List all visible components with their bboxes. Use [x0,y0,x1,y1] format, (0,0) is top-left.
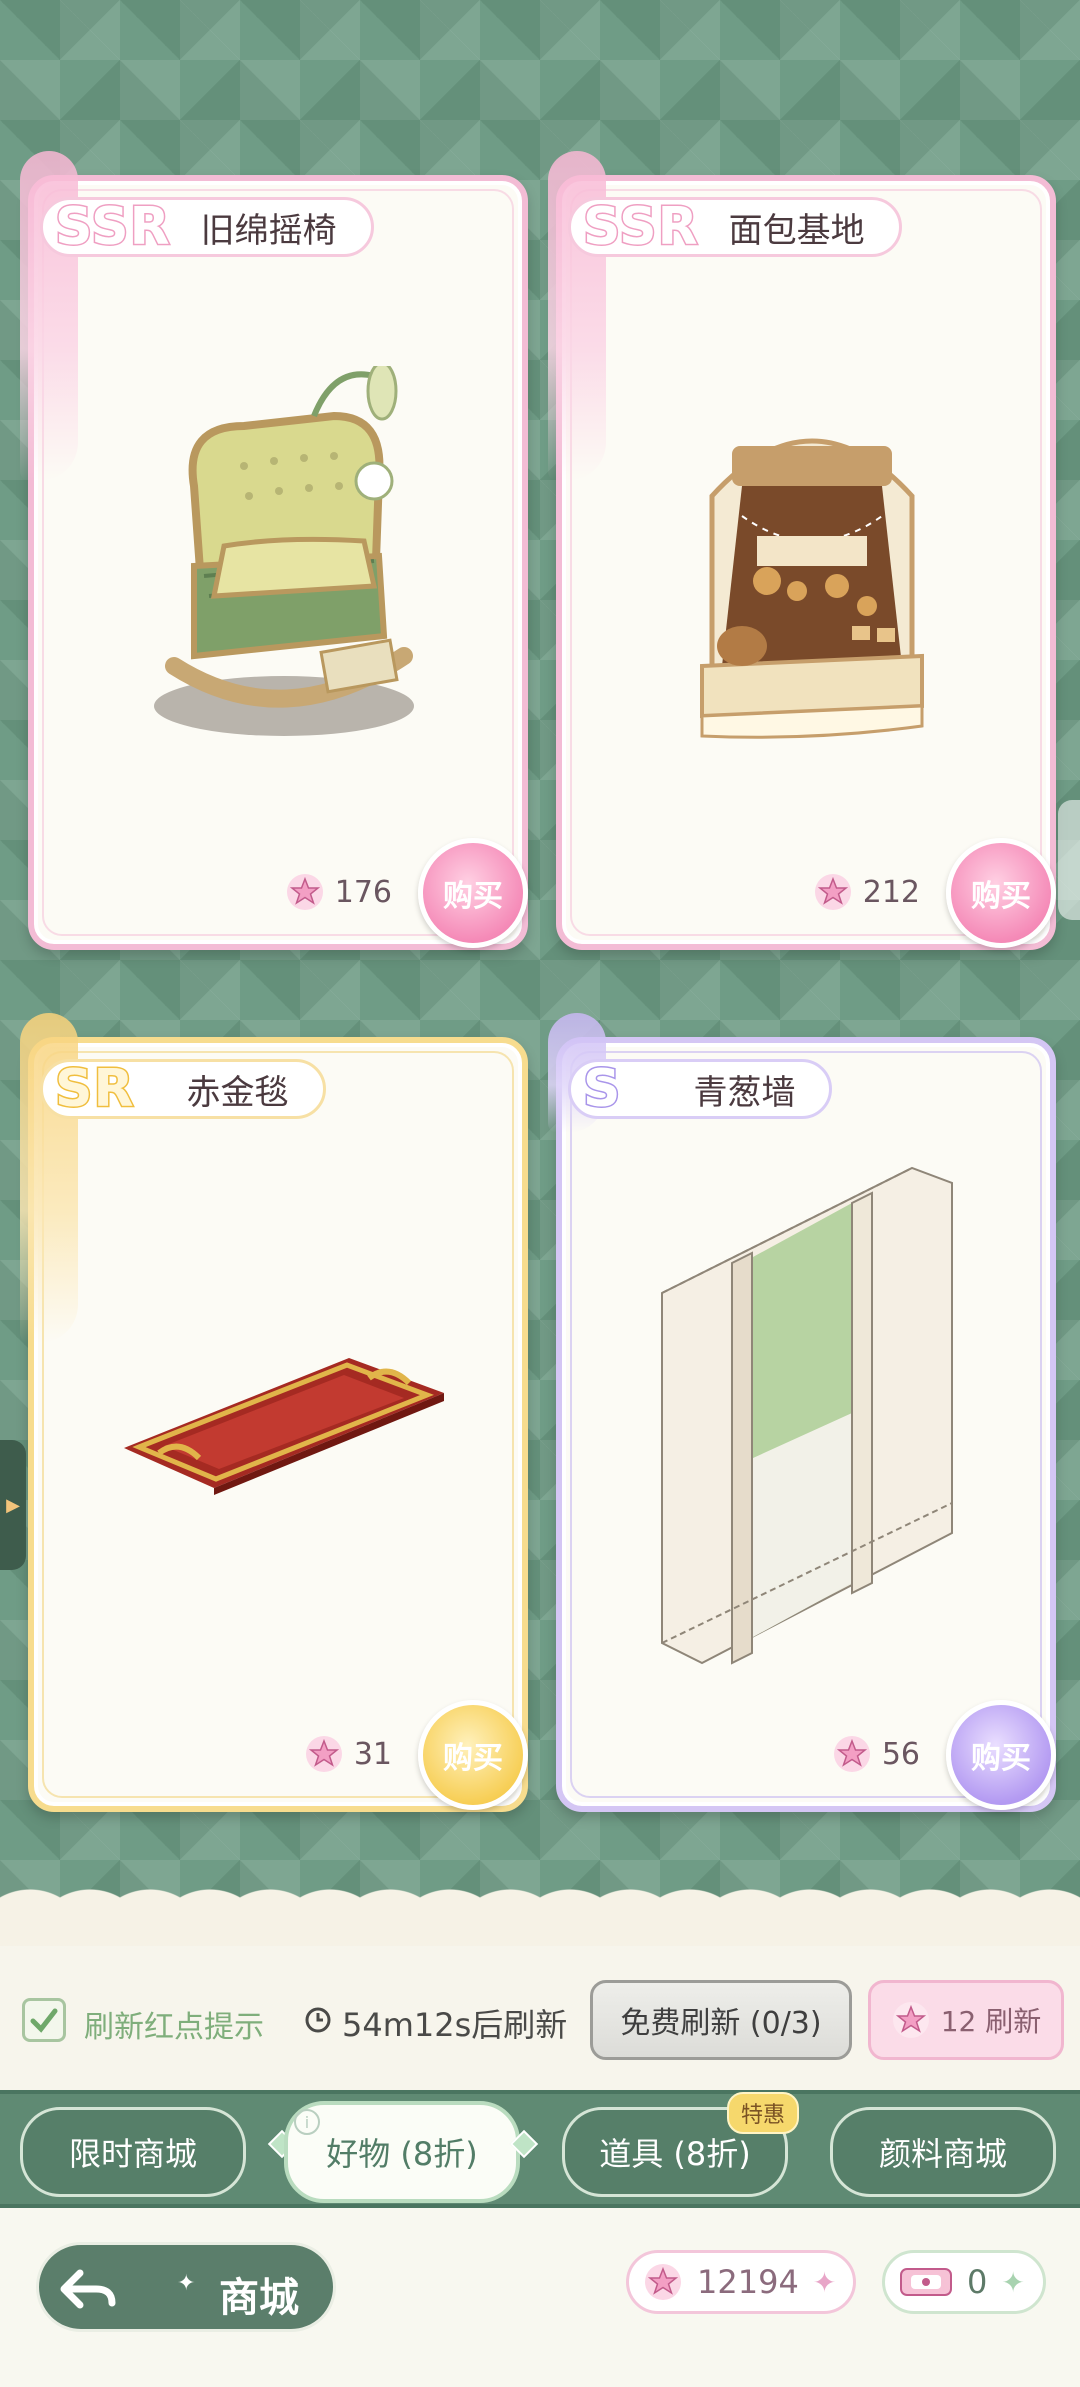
buy-button[interactable]: 购买 [418,1700,528,1810]
back-arrow-icon [53,2255,123,2325]
card-title-tag: SR 赤金毯 [40,1058,326,1121]
rarity-label: SR [54,1058,135,1121]
tab-paint-shop[interactable]: 颜料商城 [830,2107,1056,2197]
star-icon [833,1736,870,1772]
carpet-image [74,1163,494,1683]
back-button[interactable]: ✦ 商城 [36,2242,336,2332]
shop-tab-bar: 限时商城 i 好物 (8折) 道具 (8折) 特惠 颜料商城 [0,2090,1080,2208]
item-name: 青葱墙 [693,1072,796,1113]
side-drawer-handle[interactable]: ▶ [0,1440,26,1570]
card-title-tag: S 青葱墙 [568,1058,833,1121]
buy-button[interactable]: 购买 [418,838,528,948]
item-card-green-wall[interactable]: S 青葱墙 56 购买 [548,1013,1056,1812]
ticket-currency-counter[interactable]: 0 ✦ [882,2250,1046,2314]
rarity-label: S [581,1058,622,1121]
tab-label: 道具 (8折) [599,2135,751,2173]
item-card-bread-base[interactable]: SSR 面包基地 212 购买 [548,151,1056,950]
refresh-hint-checkbox[interactable] [22,1998,66,2042]
wall-image [602,1163,1022,1683]
sparkle-icon: ✦ [177,2271,196,2296]
info-icon[interactable]: i [294,2109,320,2135]
price-value: 212 [862,874,920,910]
rarity-label: SSR [582,196,700,259]
price-tag: 31 [304,1734,392,1774]
buy-button[interactable]: 购买 [946,838,1056,948]
star-currency-counter[interactable]: 12194 ✦ [626,2250,856,2314]
side-scroll-handle[interactable] [1058,800,1080,920]
price-tag: 176 [285,872,392,912]
star-icon [892,2002,929,2038]
price-value: 56 [881,1736,920,1772]
tab-limited-shop[interactable]: 限时商城 [20,2107,246,2197]
paid-refresh-label: 12 刷新 [940,2005,1042,2038]
refresh-bar: 刷新红点提示 54m12s后刷新 免费刷新 (0/3) 12 刷新 [0,1946,1080,2090]
tab-label: 限时商城 [68,2135,197,2173]
bread-stall-image [602,301,1022,821]
refresh-timer: 54m12s后刷新 [342,2006,568,2044]
item-name: 赤金毯 [186,1072,289,1113]
tab-label: 好物 (8折) [326,2135,478,2173]
price-tag: 212 [813,872,920,912]
price-value: 31 [353,1736,392,1772]
tab-label: 颜料商城 [878,2135,1007,2173]
footer-bar: ✦ 商城 12194 ✦ 0 ✦ [0,2208,1080,2387]
ticket-currency-value: 0 [967,2263,988,2301]
buy-button[interactable]: 购买 [946,1700,1056,1810]
card-title-tag: SSR 面包基地 [568,196,902,259]
card-title-tag: SSR 旧绵摇椅 [40,196,374,259]
tab-items[interactable]: 道具 (8折) 特惠 [562,2092,799,2197]
check-icon [30,2008,58,2033]
rocking-chair-image [74,301,494,821]
ticket-icon [900,2268,952,2296]
page-title: 商城 [219,2275,299,2321]
paid-refresh-button[interactable]: 12 刷新 [868,1980,1064,2060]
clock-icon [305,2007,331,2033]
item-card-red-gold-carpet[interactable]: SR 赤金毯 31 购买 [20,1013,528,1812]
rarity-label: SSR [54,196,172,259]
special-offer-badge: 特惠 [726,2092,799,2134]
chevron-right-icon: ▶ [6,1494,20,1516]
star-icon [286,874,323,910]
star-currency-value: 12194 [697,2263,799,2301]
price-tag: 56 [832,1734,920,1774]
price-value: 176 [334,874,392,910]
plus-icon[interactable]: ✦ [1001,2266,1024,2299]
tab-good-items[interactable]: i 好物 (8折) [284,2101,520,2203]
item-name: 旧绵摇椅 [200,210,337,251]
free-refresh-button[interactable]: 免费刷新 (0/3) [590,1980,852,2060]
refresh-hint-label: 刷新红点提示 [84,2010,264,2045]
item-name: 面包基地 [728,210,865,251]
lace-border-decoration [0,1860,1080,1950]
star-icon [305,1736,342,1772]
star-icon [645,2264,681,2300]
item-card-rocking-chair[interactable]: SSR 旧绵摇椅 176 购买 [20,151,528,950]
plus-icon[interactable]: ✦ [813,2266,836,2299]
star-icon [814,874,851,910]
